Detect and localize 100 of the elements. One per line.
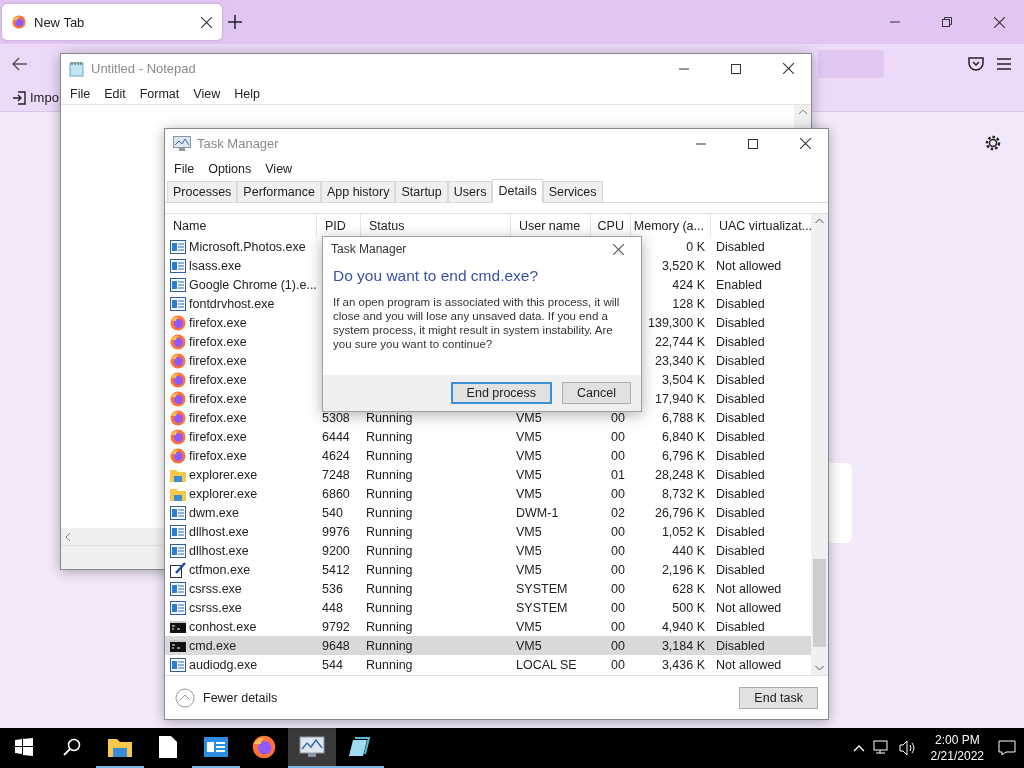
name-cell: firefox.exe — [189, 334, 247, 349]
time-text: 2:00 PM — [934, 732, 980, 748]
pid-cell: 540 — [322, 505, 343, 520]
user-cell: LOCAL SE — [516, 657, 577, 672]
uac-cell: Disabled — [716, 239, 765, 254]
cpu-cell: 00 — [611, 657, 625, 672]
status-cell: Running — [366, 638, 413, 653]
user-cell: VM5 — [516, 429, 542, 444]
uac-cell: Disabled — [716, 334, 765, 349]
memory-cell: 3,520 K — [661, 258, 705, 273]
status-cell: Running — [366, 657, 413, 672]
uac-cell: Disabled — [716, 315, 765, 330]
pid-cell: 5412 — [322, 562, 350, 577]
memory-cell: 6,796 K — [661, 448, 705, 463]
uac-cell: Disabled — [716, 353, 765, 368]
user-cell: SYSTEM — [516, 600, 568, 615]
cpu-cell: 00 — [611, 410, 625, 425]
memory-cell: 17,940 K — [654, 391, 705, 406]
name-cell: csrss.exe — [189, 581, 242, 596]
status-cell: Running — [366, 600, 413, 615]
status-cell: Running — [366, 448, 413, 463]
user-cell: VM5 — [516, 524, 542, 539]
status-cell: Running — [366, 486, 413, 501]
name-cell: lsass.exe — [189, 258, 242, 273]
memory-cell: 2,196 K — [661, 562, 705, 577]
user-cell: VM5 — [516, 448, 542, 463]
name-cell: dwm.exe — [189, 505, 240, 520]
user-cell: VM5 — [516, 486, 542, 501]
memory-cell: 128 K — [672, 296, 705, 311]
name-cell: audiodg.exe — [189, 657, 258, 672]
cpu-cell: 00 — [611, 429, 625, 444]
user-cell: VM5 — [516, 638, 542, 653]
pid-cell: 6444 — [322, 429, 350, 444]
status-cell: Running — [366, 524, 413, 539]
uac-cell: Enabled — [716, 277, 762, 292]
name-cell: firefox.exe — [189, 448, 247, 463]
uac-cell: Disabled — [716, 638, 765, 653]
memory-cell: 440 K — [672, 543, 705, 558]
memory-cell: 8,732 K — [661, 486, 705, 501]
memory-cell: 3,436 K — [661, 657, 705, 672]
uac-cell: Disabled — [716, 524, 765, 539]
name-cell: explorer.exe — [189, 467, 258, 482]
uac-cell: Disabled — [716, 486, 765, 501]
pid-cell: 9200 — [322, 543, 350, 558]
uac-cell: Disabled — [716, 429, 765, 444]
name-cell: firefox.exe — [189, 353, 247, 368]
memory-cell: 0 K — [686, 239, 705, 254]
memory-cell: 28,248 K — [654, 467, 705, 482]
uac-cell: Disabled — [716, 372, 765, 387]
memory-cell: 4,940 K — [661, 619, 705, 634]
cpu-cell: 00 — [611, 600, 625, 615]
cpu-cell: 00 — [611, 448, 625, 463]
pid-cell: 4624 — [322, 448, 350, 463]
uac-cell: Disabled — [716, 619, 765, 634]
pid-cell: 536 — [322, 581, 343, 596]
name-cell: cmd.exe — [189, 638, 237, 653]
user-cell: VM5 — [516, 543, 542, 558]
name-cell: conhost.exe — [189, 619, 257, 634]
status-cell: Running — [366, 581, 413, 596]
date-text: 2/21/2022 — [930, 748, 984, 764]
name-cell: firefox.exe — [189, 429, 247, 444]
window-title: Task Manager — [197, 136, 279, 151]
user-cell: VM5 — [516, 410, 542, 425]
cpu-cell: 00 — [611, 524, 625, 539]
status-cell: Running — [366, 619, 413, 634]
window-title: Untitled - Notepad — [91, 61, 196, 76]
cpu-cell: 01 — [611, 467, 625, 482]
memory-cell: 26,796 K — [654, 505, 705, 520]
name-cell: firefox.exe — [189, 372, 247, 387]
dialog-title: Task Manager — [331, 242, 407, 256]
cpu-cell: 00 — [611, 486, 625, 501]
memory-cell: 424 K — [672, 277, 705, 292]
cpu-cell: 02 — [611, 505, 625, 520]
memory-cell: 6,840 K — [661, 429, 705, 444]
cpu-cell: 00 — [611, 638, 625, 653]
user-cell: VM5 — [516, 467, 542, 482]
uac-cell: Disabled — [716, 505, 765, 520]
user-cell: DWM-1 — [516, 505, 559, 520]
cpu-cell: 00 — [611, 562, 625, 577]
pid-cell: 7248 — [322, 467, 350, 482]
status-cell: Running — [366, 410, 413, 425]
uac-cell: Not allowed — [716, 600, 782, 615]
name-cell: ctfmon.exe — [189, 562, 251, 577]
uac-cell: Not allowed — [716, 657, 782, 672]
pid-cell: 9648 — [322, 638, 350, 653]
name-cell: firefox.exe — [189, 391, 247, 406]
status-cell: Running — [366, 562, 413, 577]
pid-cell: 6860 — [322, 486, 350, 501]
status-cell: Running — [366, 429, 413, 444]
uac-cell: Disabled — [716, 391, 765, 406]
name-cell: firefox.exe — [189, 315, 247, 330]
name-cell: Microsoft.Photos.exe — [189, 239, 306, 254]
user-cell: VM5 — [516, 562, 542, 577]
uac-cell: Disabled — [716, 562, 765, 577]
status-cell: Running — [366, 505, 413, 520]
uac-cell: Not allowed — [716, 258, 782, 273]
name-cell: csrss.exe — [189, 600, 242, 615]
memory-cell: 1,052 K — [661, 524, 705, 539]
memory-cell: 628 K — [672, 581, 705, 596]
user-cell: VM5 — [516, 619, 542, 634]
